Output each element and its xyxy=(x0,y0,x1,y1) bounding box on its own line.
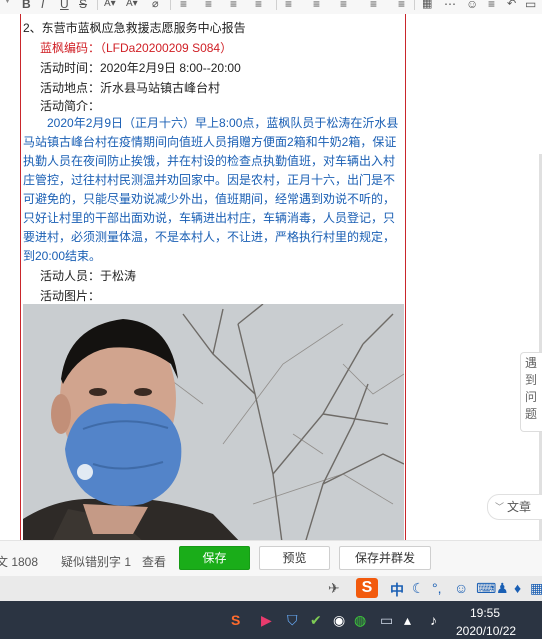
toolbar-divider xyxy=(414,0,415,10)
photo-drawing xyxy=(23,304,404,540)
editor-area[interactable]: 2、东营市蓝枫应急救援志愿服务中心报告 蓝枫编码：（LFDa20200209 S… xyxy=(0,14,542,540)
clock-time[interactable]: 19:55 xyxy=(470,606,500,620)
help-float-char: 到 xyxy=(525,373,538,387)
emoji-icon[interactable]: ☺ xyxy=(466,0,478,12)
help-float-char: 问 xyxy=(525,390,538,404)
sogou-icon[interactable]: S xyxy=(356,578,378,598)
intro-line: 到20:00结束。 xyxy=(23,249,102,263)
activity-location: 活动地点：沂水县马站镇古峰台村 xyxy=(40,81,221,95)
more-icon[interactable]: ⋯ xyxy=(444,0,456,12)
undo-icon[interactable]: ↶ xyxy=(507,0,516,12)
security-check-icon[interactable]: ✔ xyxy=(310,612,322,628)
intro-line: 执勤人员在夜间防止挨饿，并在村设的检查点执勤值班，对车辆出入村 xyxy=(23,154,396,168)
align-center-icon[interactable]: ≡ xyxy=(205,0,212,12)
block-icon[interactable]: ▭ xyxy=(525,0,536,12)
align-right-icon[interactable]: ≡ xyxy=(230,0,237,12)
ime-lang-indicator[interactable]: 中 xyxy=(390,580,404,600)
media-app-icon[interactable]: ▶ xyxy=(261,612,272,628)
toolbar-divider xyxy=(97,0,98,10)
toolbar-divider xyxy=(276,0,277,10)
chevron-icon: ﹀ xyxy=(495,502,505,512)
article-outline-button[interactable]: ﹀ 文章 xyxy=(487,494,542,520)
user-icon[interactable]: ♟ xyxy=(496,580,509,596)
moon-icon[interactable]: ☾ xyxy=(412,580,425,596)
activity-photo[interactable] xyxy=(23,304,404,540)
shirt-icon[interactable]: ♦ xyxy=(514,580,521,596)
clock-date[interactable]: 2020/10/22 xyxy=(456,624,516,638)
align-justify-icon[interactable]: ≡ xyxy=(255,0,262,12)
punctuation-icon[interactable]: °, xyxy=(432,580,442,596)
word-count: 文 1808 xyxy=(0,555,39,569)
toolbar-divider xyxy=(170,0,171,10)
rocket-icon[interactable]: ✈ xyxy=(328,580,340,596)
format-toolbar: ▼ B I U S A▾ A▾ ⌀ ≡ ≡ ≡ ≡ ≡ ≡ ≡ ≡ ≡ ▦ ⋯ … xyxy=(0,0,542,15)
help-float-char: 遇 xyxy=(525,356,538,370)
save-button[interactable]: 保存 xyxy=(179,546,250,570)
preview-button[interactable]: 预览 xyxy=(259,546,330,570)
line-height-icon[interactable]: ≡ xyxy=(313,0,320,12)
intro-line: 可避免的，只能尽量劝说减少外出，值班期间，经常遇到劝说不听的， xyxy=(23,192,396,206)
activity-personnel: 活动人员：于松涛 xyxy=(40,269,137,283)
strikethrough-button[interactable]: S xyxy=(79,0,87,12)
numbered-list-icon[interactable]: ≡ xyxy=(398,0,405,12)
wechat-icon[interactable]: ◍ xyxy=(354,612,366,628)
chevron-down-icon[interactable]: ▼ xyxy=(4,0,11,5)
activity-time: 活动时间：2020年2月9日 8:00--20:00 xyxy=(40,61,241,75)
clear-format-icon[interactable]: ⌀ xyxy=(152,0,159,12)
help-float-panel[interactable]: 遇 到 问 题 xyxy=(520,352,542,432)
align-icon[interactable]: ≡ xyxy=(488,0,495,12)
view-typo-link[interactable]: 查看 xyxy=(142,553,166,570)
activity-intro-paragraph: 2020年2月9日（正月十六）早上8:00点，蓝枫队员于松涛在沂水县 马站镇古峰… xyxy=(23,114,399,266)
report-code: 蓝枫编码：（LFDa20200209 S084） xyxy=(40,41,233,55)
emoji-icon[interactable]: ☺ xyxy=(454,580,468,596)
help-float-char: 题 xyxy=(525,407,538,421)
activity-intro-label: 活动简介： xyxy=(40,99,101,113)
bold-button[interactable]: B xyxy=(22,0,31,12)
intro-line: 要进村，必须测量体温，不是本村人，不让进，严格执行村里的规定， xyxy=(23,230,396,244)
underline-button[interactable]: U xyxy=(60,0,69,12)
sogou-tray-icon[interactable]: S xyxy=(231,612,240,628)
activity-photos-label: 活动图片： xyxy=(40,289,101,303)
network-icon[interactable]: ▭ xyxy=(380,612,393,628)
volume-icon[interactable]: ♪ xyxy=(430,612,437,628)
font-color-icon[interactable]: A▾ xyxy=(104,0,116,12)
ime-status-bar: ✈ S 中 ☾ °, ☺ ⌨ ♟ ♦ ▦ xyxy=(0,576,542,601)
wifi-signal-icon[interactable]: ▴ xyxy=(404,612,411,628)
save-and-mass-send-button[interactable]: 保存并群发 xyxy=(339,546,431,570)
intro-line: 只好让村里的干部出面劝说，车辆进出村庄，车辆消毒，人员登记，只 xyxy=(23,211,396,225)
typo-count: 疑似错别字 1 xyxy=(61,555,132,569)
paragraph-spacing-icon[interactable]: ≡ xyxy=(340,0,347,12)
indent-icon[interactable]: ≡ xyxy=(285,0,292,12)
keyboard-icon[interactable]: ⌨ xyxy=(476,580,496,596)
grid-icon[interactable]: ▦ xyxy=(530,580,542,596)
article-pill-label: 文章 xyxy=(507,500,532,514)
intro-line: 2020年2月9日（正月十六）早上8:00点，蓝枫队员于松涛在沂水县 xyxy=(23,116,399,130)
shield-icon[interactable]: ⛉ xyxy=(287,612,298,628)
penguin-icon[interactable]: ◉ xyxy=(333,612,345,628)
list-icon[interactable]: ≡ xyxy=(370,0,377,12)
intro-line: 庄管控，过往村村民测温并劝回家中。因是农村，正月十六，出门是不 xyxy=(23,173,396,187)
intro-line: 马站镇古峰台村在疫情期间向值班人员捐赠方便面2箱和牛奶2箱，保证 xyxy=(23,135,397,149)
table-icon[interactable]: ▦ xyxy=(422,0,432,12)
align-left-icon[interactable]: ≡ xyxy=(180,0,187,12)
highlight-icon[interactable]: A▾ xyxy=(126,0,138,12)
italic-button[interactable]: I xyxy=(41,0,44,12)
editor-bottom-bar: 文 1808 疑似错别字 1 查看 保存 预览 保存并群发 xyxy=(0,540,542,577)
report-title: 2、东营市蓝枫应急救援志愿服务中心报告 xyxy=(23,21,246,35)
